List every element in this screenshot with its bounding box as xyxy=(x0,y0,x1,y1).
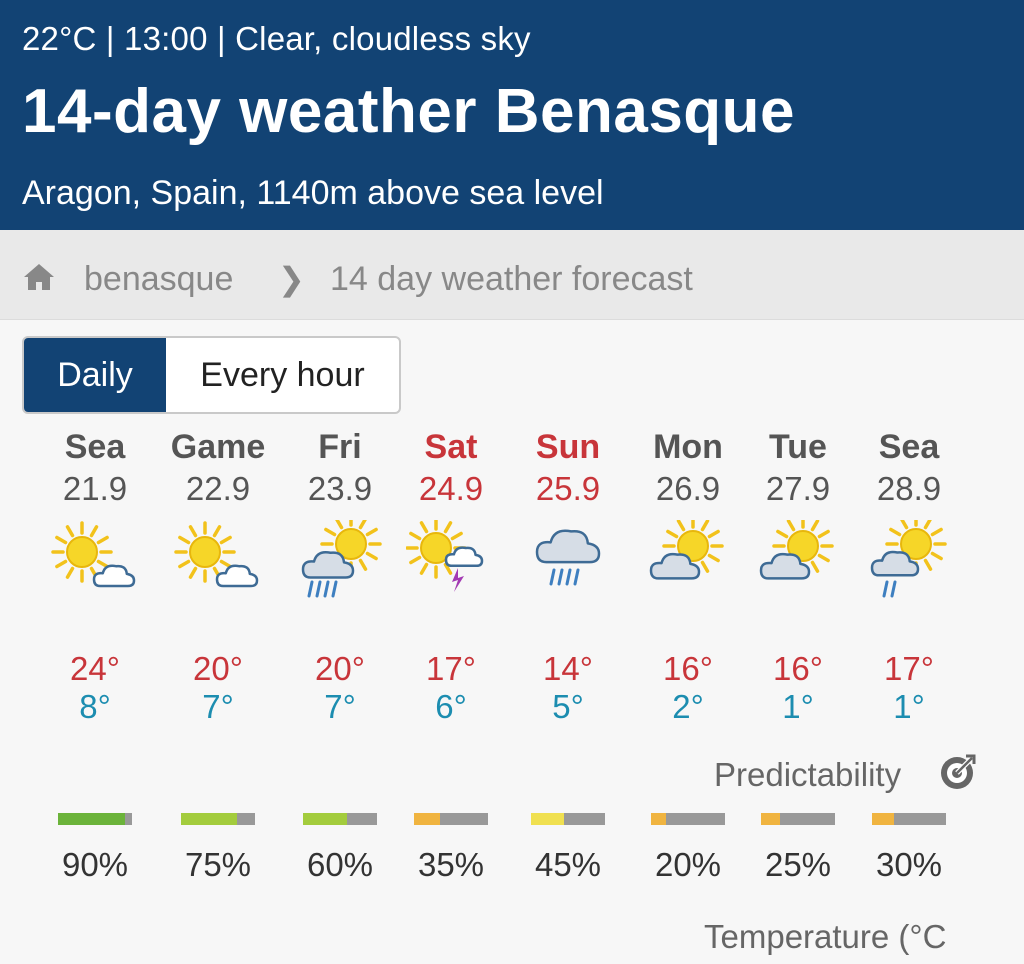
day-date: 25.9 xyxy=(535,470,601,507)
day-column[interactable]: Tue 27.9 16° 1° xyxy=(738,428,858,728)
min-temperature: 8° xyxy=(79,688,111,725)
predictability-bar-fill xyxy=(872,813,895,825)
min-temperature: 5° xyxy=(552,688,584,725)
min-temperature: 1° xyxy=(893,688,925,725)
breadcrumb-current: 14 day weather forecast xyxy=(330,260,693,298)
day-name: Sea xyxy=(878,428,940,466)
current-conditions: 22°C | 13:00 | Clear, cloudless sky xyxy=(22,20,531,57)
predictability-bar xyxy=(181,813,255,825)
day-column[interactable]: Sun 25.9 14° 5° xyxy=(508,428,628,728)
min-temperature: 7° xyxy=(202,688,234,725)
max-temperature: 20° xyxy=(315,650,365,687)
day-name: Tue xyxy=(769,428,827,466)
day-date: 23.9 xyxy=(307,470,373,507)
temperature-section-heading: Temperature (°C xyxy=(704,918,947,955)
day-column[interactable]: Sea 28.9 17° 1° xyxy=(849,428,969,728)
tab-every-hour[interactable]: Every hour xyxy=(166,338,399,412)
day-date: 26.9 xyxy=(655,470,721,507)
max-temperature: 20° xyxy=(193,650,243,687)
max-temperature: 16° xyxy=(663,650,713,687)
rain-cloud-icon xyxy=(535,529,601,586)
predictability-bar xyxy=(651,813,725,825)
predictability-bar-fill xyxy=(651,813,666,825)
predictability-percent: 20% xyxy=(654,846,722,883)
predictability-percent: 45% xyxy=(534,846,602,883)
sun-drizzle-cloud-icon xyxy=(870,520,947,598)
predictability-bar-fill xyxy=(58,813,125,825)
breadcrumb-separator-icon: ❯ xyxy=(278,261,305,297)
predictability-bar xyxy=(872,813,946,825)
predictability-percent: 90% xyxy=(61,846,129,883)
sun-cloud-icon xyxy=(51,521,136,588)
predictability-percent: 35% xyxy=(417,846,485,883)
min-temperature: 6° xyxy=(435,688,467,725)
predictability-label: Predictability xyxy=(714,756,902,793)
day-name: Mon xyxy=(653,428,723,466)
day-column[interactable]: Game 22.9 20° 7° xyxy=(158,428,278,728)
max-temperature: 14° xyxy=(543,650,593,687)
max-temperature: 17° xyxy=(884,650,934,687)
day-date: 27.9 xyxy=(765,470,831,507)
day-column[interactable]: Sat 24.9 17° 6° xyxy=(391,428,511,728)
day-date: 28.9 xyxy=(876,470,942,507)
day-name: Sea xyxy=(64,428,126,466)
predictability-bar xyxy=(58,813,132,825)
max-temperature: 17° xyxy=(426,650,476,687)
sun-cloud-icon xyxy=(174,521,259,588)
location-subtitle: Aragon, Spain, 1140m above sea level xyxy=(22,174,604,212)
predictability-bar-fill xyxy=(414,813,440,825)
max-temperature: 16° xyxy=(773,650,823,687)
home-icon[interactable] xyxy=(22,262,56,292)
predictability-percent: 25% xyxy=(764,846,832,883)
day-column[interactable]: Fri 23.9 20° 7° xyxy=(280,428,400,728)
day-name: Sun xyxy=(535,428,601,466)
breadcrumb-home-link[interactable]: benasque xyxy=(84,260,233,299)
predictability-percent: 60% xyxy=(306,846,374,883)
day-date: 21.9 xyxy=(62,470,128,507)
predictability-bar xyxy=(761,813,835,825)
day-name: Fri xyxy=(318,428,362,466)
min-temperature: 7° xyxy=(324,688,356,725)
page-header: 22°C | 13:00 | Clear, cloudless sky 14-d… xyxy=(0,0,1024,230)
predictability-target-icon[interactable] xyxy=(938,752,978,792)
cloud-sun-icon xyxy=(759,520,834,580)
day-date: 22.9 xyxy=(185,470,251,507)
predictability-bar xyxy=(303,813,377,825)
min-temperature: 1° xyxy=(782,688,814,725)
predictability-bar-fill xyxy=(181,813,237,825)
day-name: Game xyxy=(170,428,266,466)
page-title: 14-day weather Benasque xyxy=(22,77,796,146)
tab-daily[interactable]: Daily xyxy=(24,338,166,412)
breadcrumb: benasque ❯ 14 day weather forecast xyxy=(0,230,1024,320)
predictability-bar-fill xyxy=(761,813,780,825)
cloud-sun-icon xyxy=(649,520,724,580)
predictability-bar xyxy=(531,813,605,825)
predictability-bar-fill xyxy=(531,813,565,825)
min-temperature: 2° xyxy=(672,688,704,725)
max-temperature: 24° xyxy=(70,650,120,687)
predictability-bar xyxy=(414,813,488,825)
predictability-percent: 75% xyxy=(184,846,252,883)
sun-rain-cloud-icon xyxy=(301,520,382,598)
day-column[interactable]: Sea 21.9 24° 8° xyxy=(35,428,155,728)
predictability-percent: 30% xyxy=(875,846,943,883)
day-date: 24.9 xyxy=(418,470,484,507)
predictability-bar-fill xyxy=(303,813,348,825)
day-name: Sat xyxy=(424,428,478,466)
day-column[interactable]: Mon 26.9 16° 2° xyxy=(628,428,748,728)
sun-thunder-icon xyxy=(406,520,484,592)
view-toggle: Daily Every hour xyxy=(22,336,401,414)
